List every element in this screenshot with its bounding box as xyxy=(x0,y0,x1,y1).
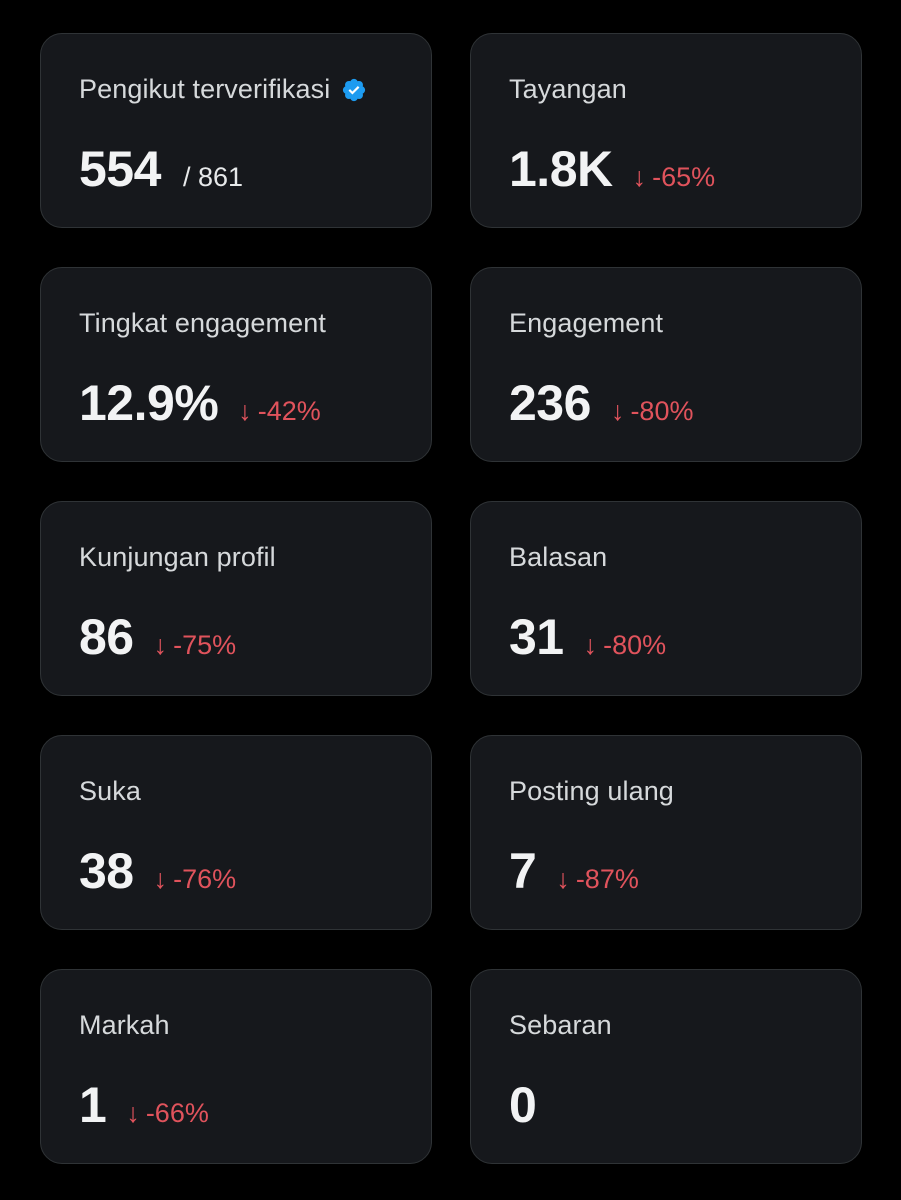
metric-label-row: Posting ulang xyxy=(509,776,674,807)
metric-change: ↓ -76% xyxy=(154,864,237,895)
metric-card-likes[interactable]: Suka 38 ↓ -76% xyxy=(40,735,432,930)
verified-badge-icon xyxy=(341,77,367,103)
metric-label-row: Tayangan xyxy=(509,74,627,105)
metric-label: Pengikut terverifikasi xyxy=(79,74,331,104)
arrow-down-icon: ↓ xyxy=(556,864,570,894)
metric-label: Sebaran xyxy=(509,1010,612,1040)
metric-value-row: 38 ↓ -76% xyxy=(79,842,236,900)
metric-label: Posting ulang xyxy=(509,776,674,806)
metric-label-row: Tingkat engagement xyxy=(79,308,326,339)
arrow-down-icon: ↓ xyxy=(238,396,252,426)
metric-change: ↓ -42% xyxy=(238,396,321,427)
metric-value: 0 xyxy=(509,1077,537,1133)
metric-value: 236 xyxy=(509,375,591,431)
metric-value: 86 xyxy=(79,609,134,665)
metric-change-value: -80% xyxy=(630,396,694,426)
metric-change: ↓ -65% xyxy=(633,162,716,193)
metric-value: 1.8K xyxy=(509,141,613,197)
metric-label-row: Markah xyxy=(79,1010,170,1041)
metric-card-reposts[interactable]: Posting ulang 7 ↓ -87% xyxy=(470,735,862,930)
metric-value-row: 1.8K ↓ -65% xyxy=(509,140,715,198)
metric-label: Balasan xyxy=(509,542,608,572)
metric-card-replies[interactable]: Balasan 31 ↓ -80% xyxy=(470,501,862,696)
metric-value-row: 1 ↓ -66% xyxy=(79,1076,209,1134)
metric-label-row: Balasan xyxy=(509,542,607,573)
arrow-down-icon: ↓ xyxy=(153,864,168,894)
metric-card-verified-followers[interactable]: Pengikut terverifikasi 554 / 861 xyxy=(40,33,432,228)
metric-total: / 861 xyxy=(182,162,243,192)
metric-label-row: Kunjungan profil xyxy=(79,542,276,573)
metric-change: ↓ -87% xyxy=(556,864,639,895)
metric-value: 7 xyxy=(509,843,537,899)
metric-change-value: -42% xyxy=(257,396,321,426)
metric-change-value: -75% xyxy=(173,630,237,660)
metric-value-row: 554 / 861 xyxy=(79,140,243,198)
metric-change: ↓ -80% xyxy=(611,396,694,427)
metric-value-row: 236 ↓ -80% xyxy=(509,374,693,432)
analytics-grid: Pengikut terverifikasi 554 / 861 Tayanga… xyxy=(40,33,862,1164)
metric-value: 554 xyxy=(79,141,161,197)
metric-label-row: Suka xyxy=(79,776,141,807)
metric-card-shares[interactable]: Sebaran 0 xyxy=(470,969,862,1164)
metric-value-row: 86 ↓ -75% xyxy=(79,608,236,666)
metric-label: Tingkat engagement xyxy=(79,308,326,338)
metric-label: Suka xyxy=(79,776,141,806)
arrow-down-icon: ↓ xyxy=(153,630,168,660)
arrow-down-icon: ↓ xyxy=(632,162,647,192)
metric-card-impressions[interactable]: Tayangan 1.8K ↓ -65% xyxy=(470,33,862,228)
metric-label: Tayangan xyxy=(509,74,627,104)
metric-value: 31 xyxy=(509,609,564,665)
metric-label-row: Sebaran xyxy=(509,1010,612,1041)
metric-label: Engagement xyxy=(509,308,664,338)
metric-change-value: -80% xyxy=(603,630,667,660)
metric-change: ↓ -80% xyxy=(584,630,667,661)
metric-value-row: 31 ↓ -80% xyxy=(509,608,666,666)
metric-change-value: -65% xyxy=(652,162,716,192)
metric-label-row: Pengikut terverifikasi xyxy=(79,74,367,105)
metric-value-row: 12.9% ↓ -42% xyxy=(79,374,321,432)
metric-change: ↓ -75% xyxy=(154,630,237,661)
metric-change-value: -76% xyxy=(173,864,237,894)
arrow-down-icon: ↓ xyxy=(126,1098,140,1128)
arrow-down-icon: ↓ xyxy=(610,396,625,426)
metric-value: 38 xyxy=(79,843,134,899)
metric-value-row: 7 ↓ -87% xyxy=(509,842,639,900)
metric-label: Markah xyxy=(79,1010,170,1040)
arrow-down-icon: ↓ xyxy=(583,630,598,660)
metric-card-engagement-rate[interactable]: Tingkat engagement 12.9% ↓ -42% xyxy=(40,267,432,462)
metric-change: ↓ -66% xyxy=(126,1098,209,1129)
metric-change-value: -66% xyxy=(145,1098,209,1128)
metric-card-profile-visits[interactable]: Kunjungan profil 86 ↓ -75% xyxy=(40,501,432,696)
metric-card-engagement[interactable]: Engagement 236 ↓ -80% xyxy=(470,267,862,462)
metric-value-row: 0 xyxy=(509,1076,537,1134)
metric-label: Kunjungan profil xyxy=(79,542,276,572)
metric-value: 1 xyxy=(79,1077,107,1133)
metric-value: 12.9% xyxy=(79,375,219,431)
metric-change-value: -87% xyxy=(575,864,639,894)
metric-label-row: Engagement xyxy=(509,308,663,339)
metric-card-bookmarks[interactable]: Markah 1 ↓ -66% xyxy=(40,969,432,1164)
